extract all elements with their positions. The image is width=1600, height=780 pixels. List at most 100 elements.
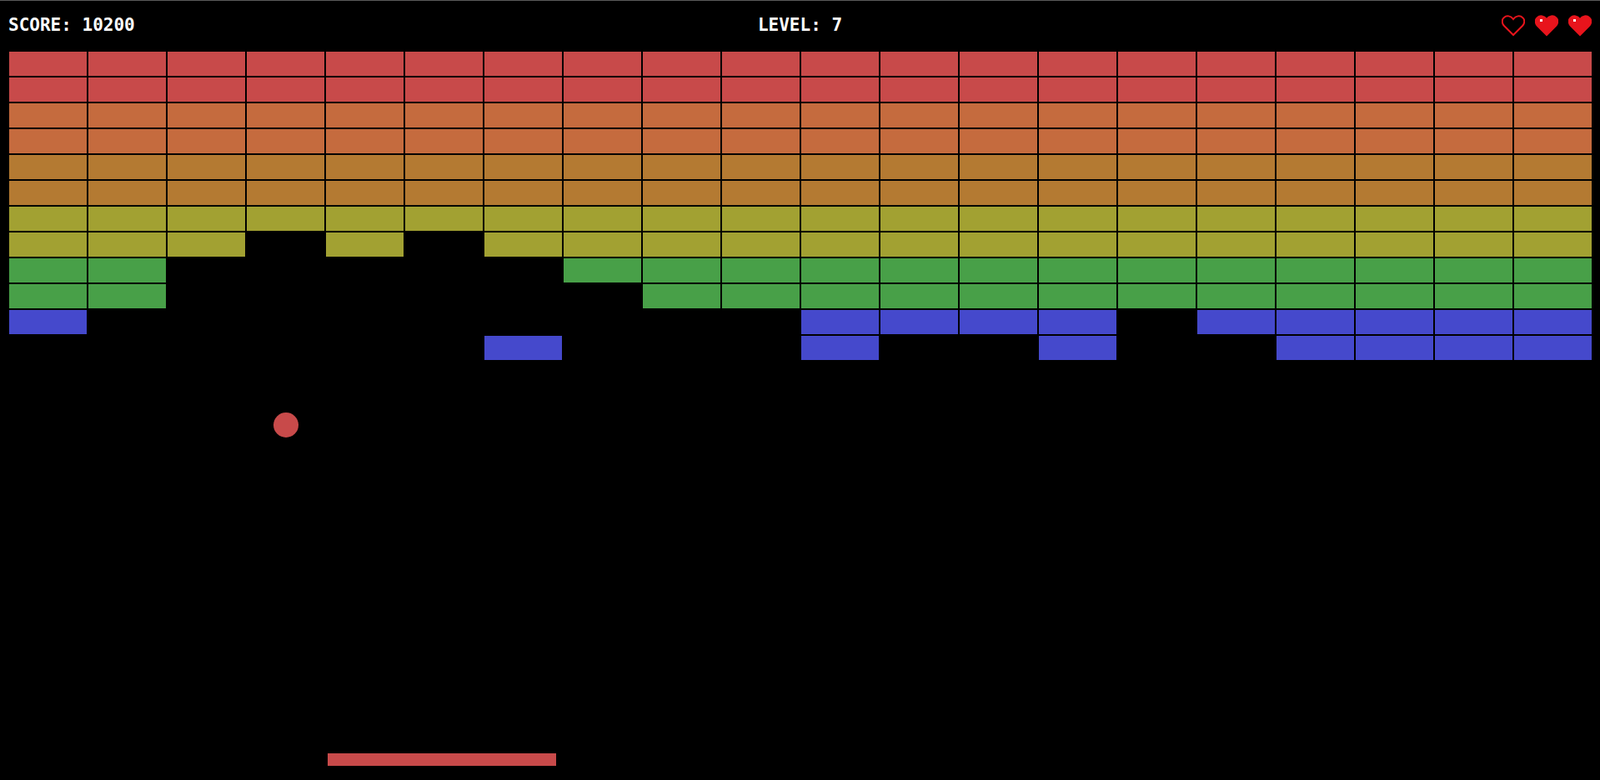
- brick: [1117, 128, 1197, 155]
- brick: [800, 50, 880, 77]
- brick: [1117, 102, 1197, 129]
- brick: [1354, 205, 1435, 232]
- brick: [1275, 257, 1355, 284]
- brick: [325, 128, 405, 155]
- brick: [1038, 128, 1118, 155]
- brick-gap: [404, 231, 484, 258]
- brick: [404, 50, 484, 77]
- brick-gap: [721, 335, 801, 362]
- brick: [245, 50, 326, 77]
- brick-gap: [404, 335, 484, 362]
- brick: [1196, 128, 1276, 155]
- paddle[interactable]: [327, 753, 557, 767]
- brick: [325, 102, 405, 129]
- brick: [1038, 283, 1118, 310]
- brick: [1038, 154, 1118, 181]
- brick: [562, 154, 643, 181]
- brick: [562, 76, 643, 103]
- brick: [1513, 128, 1593, 155]
- brick: [800, 205, 880, 232]
- brick: [642, 76, 722, 103]
- brick: [166, 76, 246, 103]
- brick: [1434, 50, 1514, 77]
- brick-gap: [166, 257, 246, 284]
- brick: [562, 257, 643, 284]
- brick: [87, 128, 167, 155]
- brick: [1275, 205, 1355, 232]
- brick: [800, 128, 880, 155]
- brick: [1117, 50, 1197, 77]
- brick: [879, 76, 959, 103]
- brick-wall: [8, 50, 1593, 362]
- brick: [8, 309, 88, 336]
- brick: [1196, 231, 1276, 258]
- brick: [1434, 154, 1514, 181]
- brick: [1354, 154, 1435, 181]
- brick: [325, 231, 405, 258]
- brick-gap: [166, 335, 246, 362]
- brick-gap: [1117, 309, 1197, 336]
- brick: [879, 154, 959, 181]
- brick: [958, 128, 1039, 155]
- brick: [1196, 309, 1276, 336]
- brick: [879, 102, 959, 129]
- brick-gap: [87, 309, 167, 336]
- brick: [325, 180, 405, 206]
- hud: SCORE: 10200LEVEL: 7: [0, 0, 1600, 51]
- brick: [166, 154, 246, 181]
- brick: [721, 205, 801, 232]
- brick: [879, 128, 959, 155]
- brick-gap: [1117, 335, 1197, 362]
- brick: [325, 76, 405, 103]
- ball: [273, 412, 299, 438]
- brick: [800, 231, 880, 258]
- brick: [1038, 231, 1118, 258]
- brick: [1434, 180, 1514, 206]
- heart-icon: [1501, 15, 1525, 37]
- brick: [1354, 309, 1435, 336]
- brick: [166, 231, 246, 258]
- brick-gap: [879, 335, 959, 362]
- brick: [1117, 257, 1197, 284]
- brick: [483, 335, 563, 362]
- brick: [245, 205, 326, 232]
- brick: [1513, 102, 1593, 129]
- game-canvas: SCORE: 10200LEVEL: 7: [0, 0, 1600, 780]
- brick: [245, 154, 326, 181]
- brick: [721, 257, 801, 284]
- brick: [879, 231, 959, 258]
- brick: [800, 180, 880, 206]
- level-label: LEVEL: 7: [757, 12, 843, 40]
- brick: [562, 205, 643, 232]
- brick: [879, 205, 959, 232]
- brick: [879, 309, 959, 336]
- brick-gap: [404, 283, 484, 310]
- brick: [958, 205, 1039, 232]
- brick: [87, 205, 167, 232]
- brick: [1196, 283, 1276, 310]
- brick: [325, 205, 405, 232]
- brick: [1275, 283, 1355, 310]
- brick: [1434, 283, 1514, 310]
- brick-gap: [245, 257, 326, 284]
- brick: [1275, 180, 1355, 206]
- brick-gap: [325, 283, 405, 310]
- brick: [483, 231, 563, 258]
- brick: [87, 257, 167, 284]
- brick: [642, 205, 722, 232]
- brick: [1513, 231, 1593, 258]
- brick: [562, 180, 643, 206]
- brick: [1434, 76, 1514, 103]
- brick: [721, 283, 801, 310]
- brick: [87, 102, 167, 129]
- brick: [800, 154, 880, 181]
- brick: [8, 283, 88, 310]
- brick: [404, 205, 484, 232]
- brick: [87, 231, 167, 258]
- brick: [1117, 283, 1197, 310]
- brick: [1434, 231, 1514, 258]
- brick: [1038, 309, 1118, 336]
- brick-gap: [245, 309, 326, 336]
- brick: [562, 128, 643, 155]
- brick-gap: [404, 309, 484, 336]
